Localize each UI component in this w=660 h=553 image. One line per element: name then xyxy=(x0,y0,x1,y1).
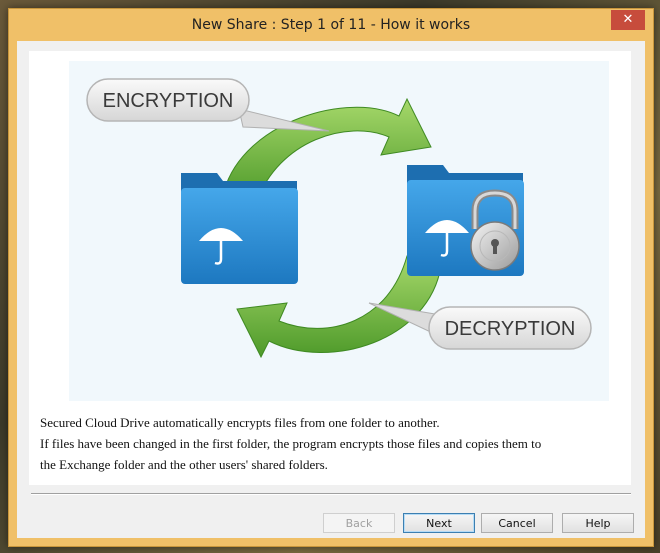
encryption-label: ENCRYPTION xyxy=(103,90,234,112)
window-title: New Share : Step 1 of 11 - How it works xyxy=(191,17,471,33)
description-line: the Exchange folder and the other users'… xyxy=(40,457,328,472)
close-button[interactable]: ✕ xyxy=(611,10,645,30)
title-bar[interactable]: New Share : Step 1 of 11 - How it works … xyxy=(9,9,653,39)
decryption-label: DECRYPTION xyxy=(445,318,576,340)
description-line: If files have been changed in the first … xyxy=(40,436,542,451)
encryption-cycle-illustration: ENCRYPTION DECRYPTION xyxy=(69,61,609,401)
illustration-panel: ENCRYPTION DECRYPTION xyxy=(29,51,631,401)
wizard-content: ENCRYPTION DECRYPTION Secured Cloud Driv… xyxy=(17,41,645,538)
folder-umbrella-icon xyxy=(181,173,298,284)
cancel-button[interactable]: Cancel xyxy=(481,513,553,533)
help-button[interactable]: Help xyxy=(562,513,634,533)
button-separator xyxy=(31,493,631,495)
wizard-window: New Share : Step 1 of 11 - How it works … xyxy=(8,8,654,547)
close-icon: ✕ xyxy=(622,12,634,27)
back-button[interactable]: Back xyxy=(323,513,395,533)
next-button[interactable]: Next xyxy=(403,513,475,533)
description-line: Secured Cloud Drive automatically encryp… xyxy=(40,415,440,430)
description-panel: Secured Cloud Drive automatically encryp… xyxy=(29,401,631,485)
